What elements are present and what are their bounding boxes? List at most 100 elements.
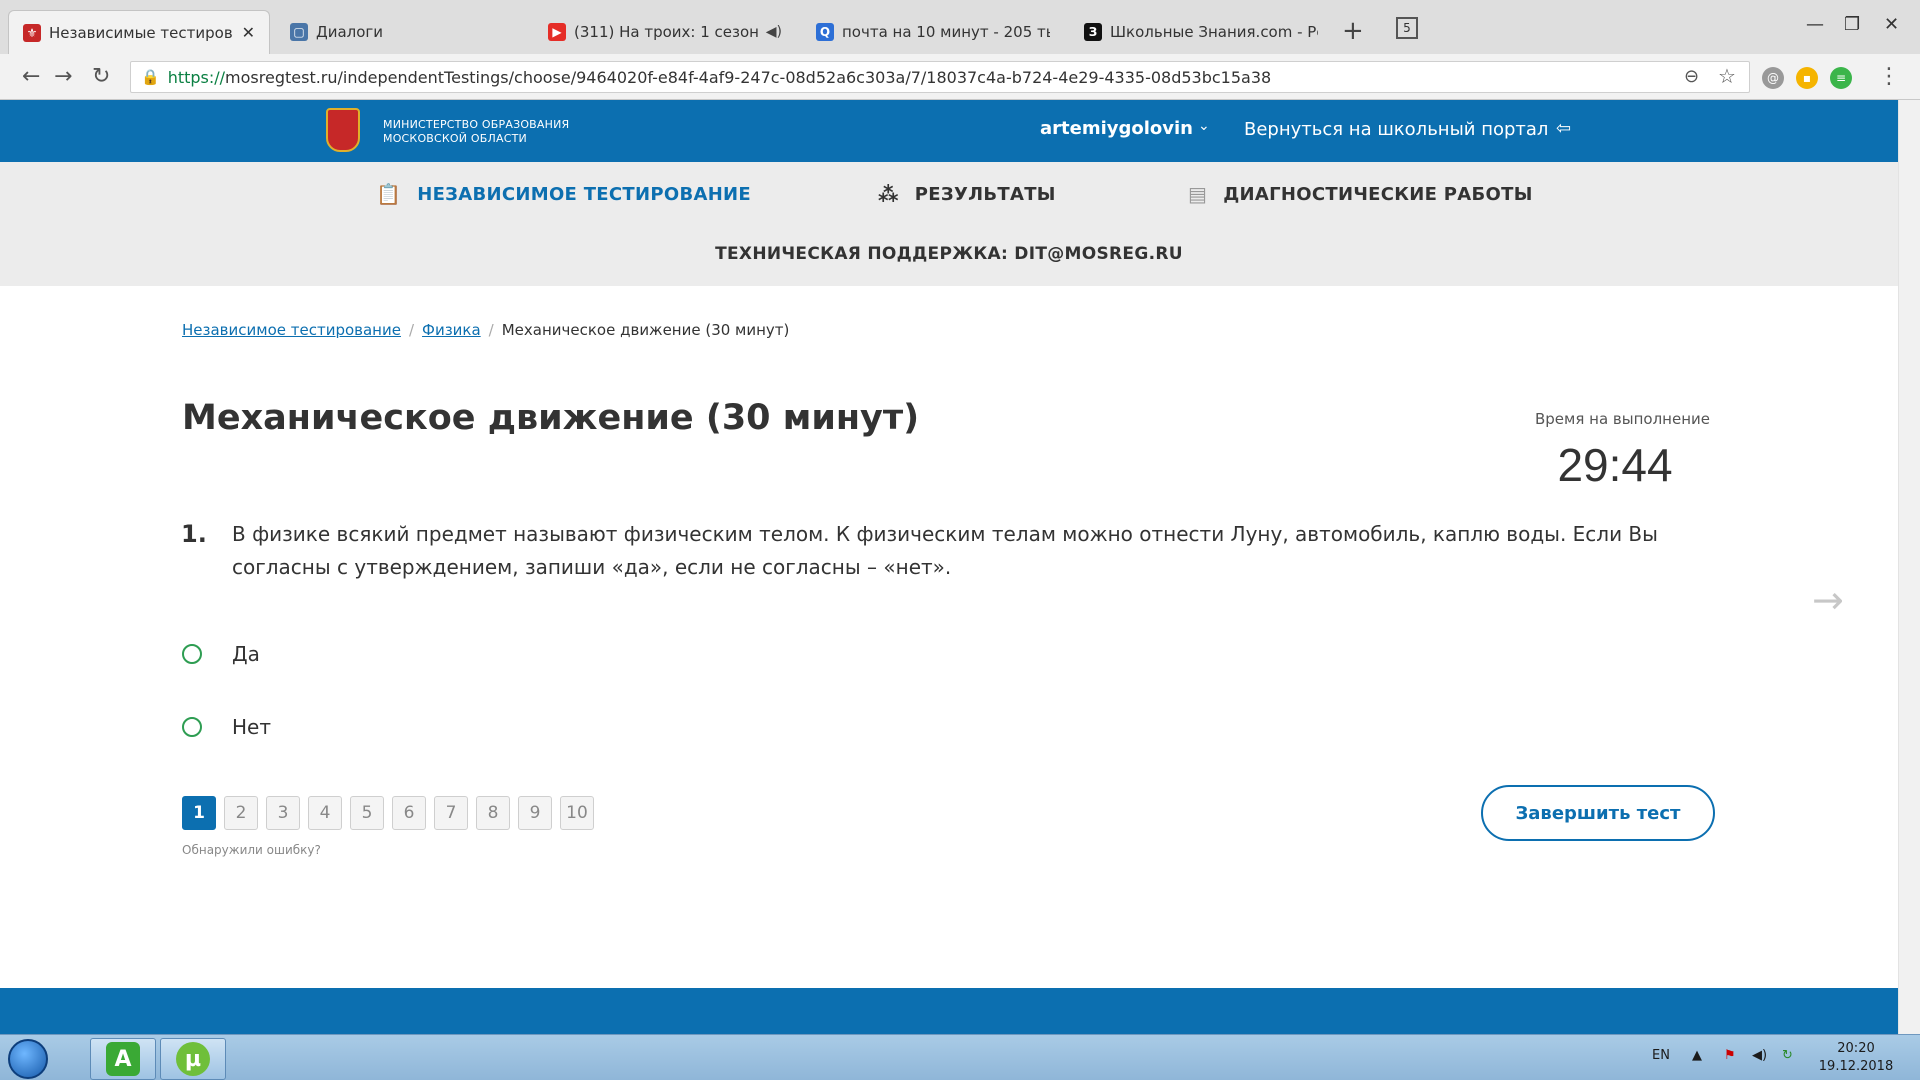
page-button[interactable]: 7	[434, 796, 468, 830]
finish-test-button[interactable]: Завершить тест	[1481, 785, 1715, 841]
chevron-down-icon[interactable]: ⌄	[1198, 118, 1210, 134]
volume-icon[interactable]: ◀)	[1752, 1048, 1767, 1063]
restore-icon[interactable]: ❐	[1844, 14, 1860, 35]
question-number: 1.	[181, 520, 207, 548]
breadcrumb-current: Механическое движение (30 минут)	[501, 321, 790, 339]
page-button[interactable]: 10	[560, 796, 594, 830]
page-button[interactable]: 8	[476, 796, 510, 830]
ministry-name[interactable]: МИНИСТЕРСТВО ОБРАЗОВАНИЯ МОСКОВСКОЙ ОБЛА…	[383, 118, 569, 146]
windows-start-button[interactable]	[8, 1039, 48, 1079]
browser-tab-bar: ⚜ Независимые тестирования ✕ ▢ Диалоги ▶…	[0, 0, 1920, 54]
reload-icon[interactable]: ↻	[92, 64, 110, 89]
page-title: Механическое движение (30 минут)	[182, 398, 920, 438]
close-window-icon[interactable]: ✕	[1884, 14, 1899, 35]
question-text: В физике всякий предмет называют физичес…	[232, 522, 1658, 579]
breadcrumb: Независимое тестирование / Физика / Механиче…	[182, 321, 790, 339]
next-question-arrow-icon[interactable]: →	[1812, 578, 1844, 622]
stars-icon: ⁂	[878, 182, 899, 206]
breadcrumb-link[interactable]: Физика	[422, 321, 481, 339]
nav-independent-testing[interactable]: 📋 НЕЗАВИСИМОЕ ТЕСТИРОВАНИЕ	[376, 182, 751, 206]
lock-icon: 🔒	[141, 68, 160, 86]
speaker-icon[interactable]: ◀)	[766, 24, 782, 40]
clock-time: 20:20	[1837, 1041, 1875, 1056]
sync-icon[interactable]: ↻	[1782, 1048, 1793, 1063]
tab-title: (311) На троих: 1 сезон 20 се	[574, 23, 760, 41]
url-scheme: https://	[167, 67, 226, 87]
coat-of-arms-logo[interactable]	[326, 108, 360, 152]
browser-tab[interactable]: ▶ (311) На троих: 1 сезон 20 се ◀)	[534, 10, 796, 54]
url-text: mosregtest.ru/independentTestings/choose…	[225, 67, 1272, 87]
tab-count-icon[interactable]: 5	[1396, 17, 1418, 39]
back-arrow-icon[interactable]: ←	[22, 64, 40, 89]
document-icon: ▤	[1188, 182, 1208, 206]
znania-icon: З	[1084, 23, 1102, 41]
chat-icon: ▢	[290, 23, 308, 41]
clipboard-icon: 📋	[376, 182, 402, 206]
language-indicator[interactable]: EN	[1652, 1048, 1670, 1063]
page-button[interactable]: 1	[182, 796, 216, 830]
nav-label: РЕЗУЛЬТАТЫ	[914, 183, 1056, 205]
support-contact: ТЕХНИЧЕСКАЯ ПОДДЕРЖКА: DIT@MOSREG.RU	[715, 244, 1183, 264]
new-tab-icon[interactable]: +	[1342, 16, 1364, 46]
report-error-link[interactable]: Обнаружили ошибку?	[182, 843, 321, 857]
forward-arrow-icon[interactable]: →	[54, 64, 72, 89]
browser-tab[interactable]: З Школьные Знания.com - Решае	[1070, 10, 1332, 54]
crest-icon: ⚜	[23, 23, 41, 42]
close-tab-icon[interactable]: ✕	[242, 23, 255, 42]
mail-extension-icon[interactable]: @	[1762, 67, 1784, 89]
utorrent-icon: µ	[176, 1042, 210, 1076]
tab-title: Школьные Знания.com - Решае	[1110, 23, 1318, 41]
user-menu[interactable]: artemiygolovin	[1040, 118, 1193, 139]
menu-dots-icon[interactable]: ⋮	[1878, 64, 1900, 89]
nav-results[interactable]: ⁂ РЕЗУЛЬТАТЫ	[878, 182, 1056, 206]
tab-title: Диалоги	[316, 23, 384, 41]
bookmark-star-icon[interactable]: ☆	[1718, 64, 1736, 88]
network-flag-icon[interactable]: ⚑	[1724, 1048, 1736, 1063]
breadcrumb-link[interactable]: Независимое тестирование	[182, 321, 401, 339]
nav-label: НЕЗАВИСИМОЕ ТЕСТИРОВАНИЕ	[417, 183, 752, 205]
page-button[interactable]: 5	[350, 796, 384, 830]
page-button[interactable]: 3	[266, 796, 300, 830]
option-label: Нет	[232, 715, 271, 739]
answer-option-no[interactable]: Нет	[182, 715, 271, 739]
page-button[interactable]: 9	[518, 796, 552, 830]
radio-button[interactable]	[182, 717, 202, 737]
option-label: Да	[232, 642, 260, 666]
clock-date: 19.12.2018	[1818, 1059, 1894, 1074]
page-button[interactable]: 6	[392, 796, 426, 830]
page-scrollbar[interactable]	[1898, 100, 1920, 1034]
page-button[interactable]: 4	[308, 796, 342, 830]
tab-title: почта на 10 минут - 205 тыс. ре	[842, 23, 1050, 41]
tab-title: Независимые тестирования	[49, 23, 232, 42]
youtube-icon: ▶	[548, 23, 566, 41]
logout-icon[interactable]: ⇦	[1556, 118, 1571, 139]
chat-extension-icon[interactable]: ▪	[1796, 67, 1818, 89]
return-to-portal-link[interactable]: Вернуться на школьный портал	[1244, 119, 1548, 140]
answer-option-yes[interactable]: Да	[182, 642, 260, 666]
browser-tab[interactable]: ▢ Диалоги	[276, 10, 526, 54]
browser-tab-active[interactable]: ⚜ Независимые тестирования ✕	[8, 10, 270, 54]
timer-label: Время на выполнение	[1535, 410, 1710, 428]
zoom-icon[interactable]: ⊖	[1684, 66, 1699, 87]
system-clock[interactable]: 20:20 19.12.2018	[1806, 1040, 1906, 1076]
page-button[interactable]: 2	[224, 796, 258, 830]
address-bar[interactable]: 🔒 https:// mosregtest.ru/independentTest…	[130, 61, 1750, 93]
main-nav: 📋 НЕЗАВИСИМОЕ ТЕСТИРОВАНИЕ ⁂ РЕЗУЛЬТАТЫ …	[0, 162, 1898, 286]
nav-label: ДИАГНОСТИЧЕСКИЕ РАБОТЫ	[1223, 183, 1533, 205]
show-hidden-icons-icon[interactable]: ▲	[1692, 1048, 1702, 1063]
ministry-line2: МОСКОВСКОЙ ОБЛАСТИ	[383, 132, 527, 145]
ministry-line1: МИНИСТЕРСТВО ОБРАЗОВАНИЯ	[383, 118, 570, 131]
taskbar-app-utorrent[interactable]: µ	[160, 1038, 226, 1080]
radio-button[interactable]	[182, 644, 202, 664]
nav-diagnostic-works[interactable]: ▤ ДИАГНОСТИЧЕСКИЕ РАБОТЫ	[1188, 182, 1533, 206]
minimize-icon[interactable]: —	[1806, 14, 1824, 35]
search-icon: Q	[816, 23, 834, 41]
site-footer	[0, 988, 1898, 1034]
browser-tab[interactable]: Q почта на 10 минут - 205 тыс. ре	[802, 10, 1064, 54]
list-extension-icon[interactable]: ≡	[1830, 67, 1852, 89]
browser-toolbar: ← → ↻ 🔒 https:// mosregtest.ru/independe…	[0, 54, 1920, 100]
question-pager: 1 2 3 4 5 6 7 8 9 10	[182, 796, 594, 830]
taskbar-app-a[interactable]: A	[90, 1038, 156, 1080]
windows-taskbar: A µ EN ▲ ⚑ ◀) ↻ 20:20 19.12.2018	[0, 1034, 1920, 1080]
countdown-timer: 29:44	[1557, 439, 1673, 491]
